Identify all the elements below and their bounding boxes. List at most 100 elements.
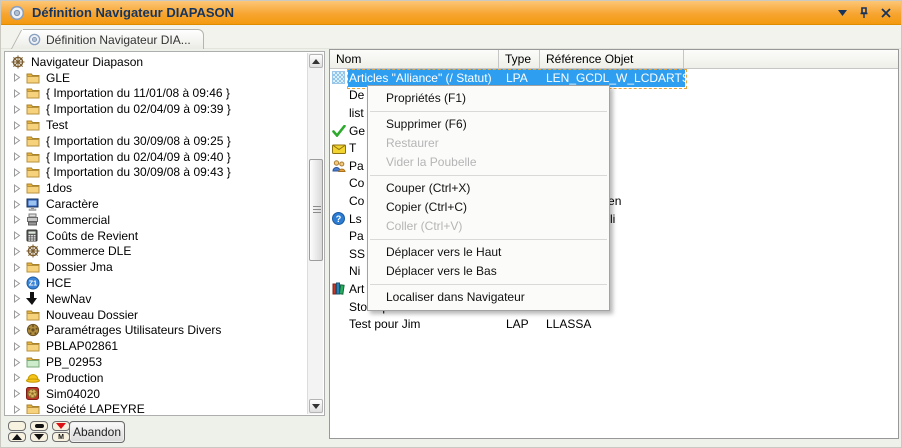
expander-icon[interactable] [13,247,26,256]
cell-type: LPA [498,71,539,85]
tree-item-label: { Importation du 30/09/08 à 09:43 } [45,165,231,179]
tree-root-item[interactable]: Navigateur Diapason [6,54,307,70]
calculator-icon [26,229,45,242]
tree-item[interactable]: Société LAPEYRE [6,402,307,414]
tree-footer-toolbar: M Abandon [4,419,325,447]
expander-icon[interactable] [13,326,26,335]
tree-item[interactable]: Commerce DLE [6,244,307,260]
menu-separator [370,111,607,112]
bar-tool-button[interactable] [30,421,48,431]
ship-wheel-icon [26,244,45,258]
expander-icon[interactable] [13,294,26,303]
expander-icon[interactable] [13,231,26,240]
expander-icon[interactable] [13,89,26,98]
folder-icon [26,403,45,414]
tree-item-label: NewNav [45,292,91,306]
tree-scrollbar[interactable] [307,53,323,414]
expander-icon[interactable] [13,121,26,130]
tree-item[interactable]: NewNav [6,291,307,307]
tree-item[interactable]: GLE [6,70,307,86]
tree-item[interactable]: Z1 HCE [6,275,307,291]
people-icon [330,160,347,172]
navigator-tree-panel: Navigateur Diapason GLE { I [4,51,325,416]
expander-icon[interactable] [13,168,26,177]
expander-icon[interactable] [13,105,26,114]
tree-item[interactable]: Test [6,117,307,133]
table-row[interactable]: Test pour Jim LAP LLASSA [330,315,898,333]
folder-icon [26,135,45,147]
table-row[interactable]: Articles "Alliance" (/ Statut) LPA LEN_G… [330,69,898,87]
expander-icon[interactable] [13,152,26,161]
tree-item[interactable]: PBLAP02861 [6,338,307,354]
column-header-type[interactable]: Type [499,50,540,68]
tree-item[interactable]: Nouveau Dossier [6,307,307,323]
context-menu-item[interactable]: Localiser dans Navigateur [368,288,609,307]
scrollbar-thumb[interactable] [309,159,323,261]
context-menu-item[interactable]: Propriétés (F1) [368,89,609,108]
context-menu-item[interactable]: Couper (Ctrl+X) [368,179,609,198]
tree-item[interactable]: { Importation du 02/04/09 à 09:39 } [6,101,307,117]
expander-icon[interactable] [13,279,26,288]
tree-item[interactable]: { Importation du 30/09/08 à 09:25 } [6,133,307,149]
abandon-button[interactable]: Abandon [69,421,125,443]
scroll-down-icon[interactable] [309,399,323,413]
tree-item[interactable]: Paramétrages Utilisateurs Divers [6,323,307,339]
tab-definition-navigateur[interactable]: Définition Navigateur DIA... [23,29,204,49]
expander-icon[interactable] [13,200,26,209]
triangle-up-icon [12,434,22,440]
tree-item[interactable]: Coûts de Revient [6,228,307,244]
tree-item-label: Société LAPEYRE [45,402,145,414]
context-menu-item[interactable]: Supprimer (F6) [368,115,609,134]
tree-item-label: HCE [45,276,71,290]
m-tool-button[interactable]: M [52,432,70,442]
context-menu-item: Coller (Ctrl+V) [368,217,609,236]
thumb-grip [313,206,321,215]
expander-icon[interactable] [13,358,26,367]
triangle-down-icon [34,434,44,440]
cell-nom: Articles "Alliance" (/ Statut) [347,71,498,85]
tree-item-label: 1dos [45,181,72,195]
tree-item-label: Caractère [45,197,99,211]
tree-item[interactable]: PB_02953 [6,354,307,370]
tree-item[interactable]: Dossier Jma [6,259,307,275]
tree-item-label: Production [45,371,103,385]
move-up-tool-button[interactable] [8,432,26,442]
blank-tool-button[interactable] [8,421,26,431]
tree-item[interactable]: Caractère [6,196,307,212]
folder-icon [26,119,45,131]
context-menu-item: Vider la Poubelle [368,153,609,172]
red-wheel-icon [26,387,45,400]
chevron-down-icon[interactable] [835,6,849,20]
context-menu-item[interactable]: Copier (Ctrl+C) [368,198,609,217]
scroll-up-icon[interactable] [309,54,323,68]
expander-icon[interactable] [13,263,26,272]
expander-icon[interactable] [13,373,26,382]
context-menu-item[interactable]: Déplacer vers le Haut [368,243,609,262]
move-down-tool-button[interactable] [30,432,48,442]
tree-item[interactable]: { Importation du 11/01/08 à 09:46 } [6,86,307,102]
tree-item[interactable]: Sim04020 [6,386,307,402]
column-header-reference-objet[interactable]: Référence Objet [540,50,684,68]
menu-separator [370,284,607,285]
tree-item[interactable]: { Importation du 30/09/08 à 09:43 } [6,165,307,181]
expander-icon[interactable] [13,215,26,224]
context-menu-item[interactable]: Déplacer vers le Bas [368,262,609,281]
expander-icon[interactable] [13,73,26,82]
tree-item[interactable]: { Importation du 02/04/09 à 09:40 } [6,149,307,165]
expander-icon[interactable] [13,136,26,145]
expander-icon[interactable] [13,389,26,398]
expander-icon[interactable] [13,342,26,351]
tree-body: Navigateur Diapason GLE { I [6,54,307,414]
expander-icon[interactable] [13,405,26,414]
pin-icon[interactable] [857,6,871,20]
tree-item[interactable]: Production [6,370,307,386]
app-logo-icon [9,5,25,21]
tree-item-label: PBLAP02861 [45,339,118,353]
expander-icon[interactable] [13,310,26,319]
expander-icon[interactable] [13,184,26,193]
close-icon[interactable] [879,6,893,20]
tree-item[interactable]: 1dos [6,180,307,196]
red-down-tool-button[interactable] [52,421,70,431]
column-header-nom[interactable]: Nom [330,50,499,68]
tree-item[interactable]: Commercial [6,212,307,228]
